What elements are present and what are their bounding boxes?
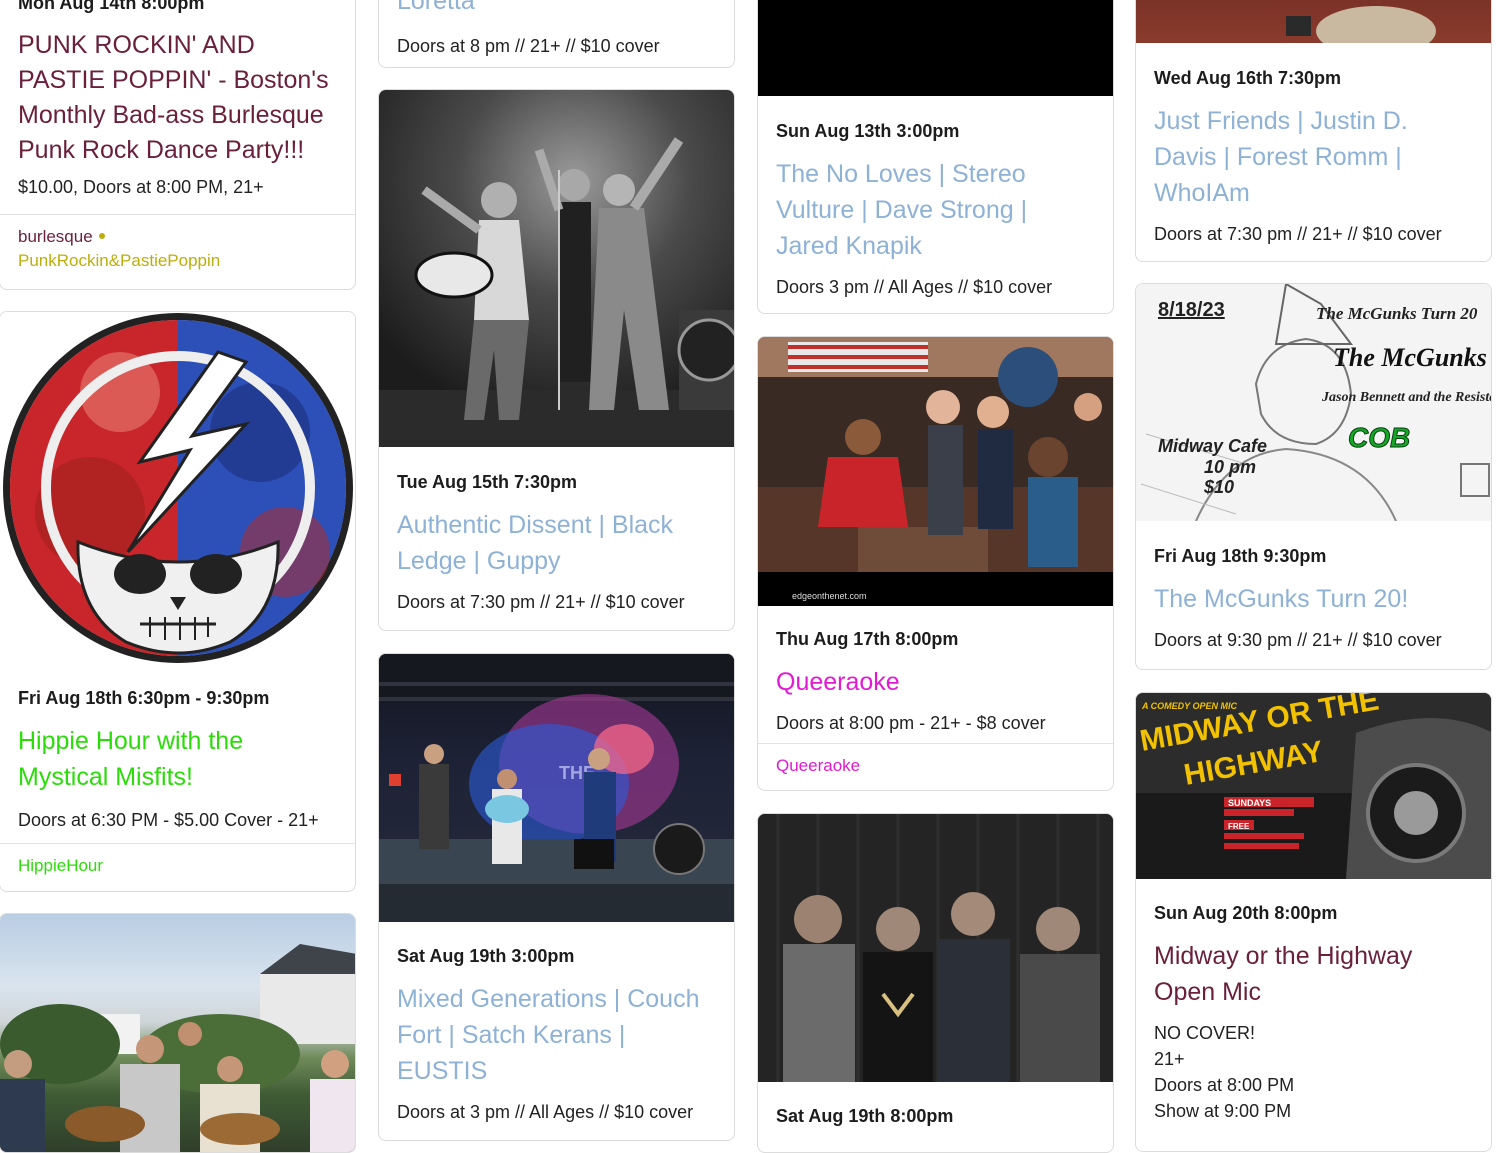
event-date: Sun Aug 13th 3:00pm — [776, 121, 960, 141]
event-card[interactable]: 8/18/23 The McGunks Turn 20 The McGunks … — [1135, 283, 1492, 670]
info-line: NO COVER! — [1154, 1023, 1256, 1043]
event-image[interactable]: THE — [379, 654, 734, 922]
event-title-link[interactable]: Midway or the Highway Open Mic — [1154, 938, 1444, 1010]
event-info: Doors at 8 pm // 21+ // $10 cover — [397, 36, 660, 56]
event-title-link[interactable]: Just Friends | Justin D. Davis | Forest … — [1154, 103, 1444, 211]
event-card[interactable]: THE Sat Aug 19th 3:00pm Mixed Generation… — [378, 653, 735, 1141]
event-image[interactable] — [758, 0, 1113, 96]
event-image[interactable] — [0, 312, 355, 667]
poster-free: FREE — [1228, 822, 1250, 831]
event-card[interactable]: Mon Aug 14th 8:00pm PUNK ROCKIN' AND PAS… — [0, 0, 356, 290]
event-date: Fri Aug 18th 9:30pm — [1154, 546, 1327, 566]
poster-venue: Midway Cafe — [1158, 436, 1267, 456]
event-info: Doors at 6:30 PM - $5.00 Cover - 21+ — [18, 810, 319, 830]
edge-caption: edgeonthenet.com — [792, 591, 867, 601]
event-info: NO COVER! 21+ Doors at 8:00 PM Show at 9… — [1154, 1020, 1473, 1124]
event-title-link[interactable]: Authentic Dissent | Black Ledge | Guppy — [397, 507, 697, 579]
event-info: Doors at 3 pm // All Ages // $10 cover — [397, 1102, 694, 1122]
band-photo — [1286, 6, 1436, 43]
event-info: Doors at 7:30 pm // 21+ // $10 cover — [397, 592, 685, 612]
event-title-link[interactable]: Hippie Hour with the Mystical Misfits! — [18, 723, 278, 795]
event-title-link[interactable]: Loretta — [397, 0, 716, 19]
poster-band1: The McGunks — [1333, 343, 1487, 372]
poster-price: $10 — [1203, 477, 1234, 497]
event-info: Doors at 7:30 pm // 21+ // $10 cover — [1154, 224, 1442, 244]
event-tags: Queeraoke — [758, 743, 1113, 790]
event-card[interactable]: A COMEDY OPEN MIC MIDWAY OR THE HIGHWAY … — [1135, 692, 1492, 1152]
event-image[interactable]: 8/18/23 The McGunks Turn 20 The McGunks … — [1136, 284, 1491, 521]
midway-poster: A COMEDY OPEN MIC MIDWAY OR THE HIGHWAY … — [1136, 693, 1491, 879]
poster-time: 10 pm — [1204, 457, 1256, 477]
mcgunks-poster: 8/18/23 The McGunks Turn 20 The McGunks … — [1136, 284, 1491, 521]
tag-link[interactable]: Queeraoke — [776, 756, 860, 775]
event-date: Sat Aug 19th 3:00pm — [397, 946, 575, 966]
tag-separator-dot — [98, 233, 105, 240]
event-date: Sat Aug 19th 8:00pm — [776, 1106, 954, 1126]
event-card[interactable]: Tue Aug 15th 7:30pm Authentic Dissent | … — [378, 89, 735, 631]
event-image[interactable] — [758, 814, 1113, 1082]
tag-link[interactable]: burlesque — [18, 227, 93, 246]
event-date: Sun Aug 20th 8:00pm — [1154, 903, 1338, 923]
event-card[interactable]: Sat Aug 19th 8:00pm — [757, 813, 1114, 1153]
event-card[interactable]: edge edgeonthenet.com Thu Aug 17th 8:00p… — [757, 336, 1114, 791]
event-tags: burlesque PunkRockin&PastiePoppin — [0, 214, 355, 289]
event-card[interactable]: Fri Aug 18th 6:30pm - 9:30pm Hippie Hour… — [0, 311, 356, 892]
event-card[interactable]: Loretta Doors at 8 pm // 21+ // $10 cove… — [378, 0, 735, 68]
event-title-link[interactable]: The No Loves | Stereo Vulture | Dave Str… — [776, 156, 1046, 264]
event-date: Thu Aug 17th 8:00pm — [776, 629, 959, 649]
event-info: $10.00, Doors at 8:00 PM, 21+ — [18, 177, 264, 197]
poster-days: SUNDAYS — [1228, 798, 1271, 808]
queeraoke-photo: edge edgeonthenet.com — [758, 337, 1113, 606]
event-title-link[interactable]: Queeraoke — [776, 664, 1095, 700]
event-info: Doors 3 pm // All Ages // $10 cover — [776, 277, 1053, 297]
poster-top-text: The McGunks Turn 20 — [1316, 304, 1478, 323]
tag-link[interactable]: HippieHour — [18, 856, 103, 875]
event-image[interactable]: A COMEDY OPEN MIC MIDWAY OR THE HIGHWAY … — [1136, 693, 1491, 879]
event-date: Tue Aug 15th 7:30pm — [397, 472, 578, 492]
steal-your-face-image — [3, 313, 353, 663]
event-info: Doors at 8:00 pm - 21+ - $8 cover — [776, 713, 1046, 733]
event-image[interactable] — [1136, 0, 1491, 43]
event-info: Doors at 9:30 pm // 21+ // $10 cover — [1154, 630, 1442, 650]
event-image[interactable] — [0, 914, 355, 1152]
band-photo — [0, 944, 355, 1152]
poster-band3: COB — [1348, 422, 1410, 453]
info-line: Doors at 8:00 PM — [1154, 1075, 1295, 1095]
event-date: Fri Aug 18th 6:30pm - 9:30pm — [18, 688, 270, 708]
info-line: 21+ — [1154, 1049, 1185, 1069]
event-image[interactable]: edge edgeonthenet.com — [758, 337, 1113, 606]
poster-date: 8/18/23 — [1158, 299, 1225, 321]
info-line: Show at 9:00 PM — [1154, 1101, 1292, 1121]
event-date: Mon Aug 14th 8:00pm — [18, 0, 205, 13]
tag-link[interactable]: PunkRockin&PastiePoppin — [18, 251, 220, 270]
event-date: Wed Aug 16th 7:30pm — [1154, 68, 1342, 88]
edge-logo: edge — [763, 605, 804, 606]
band-photo: THE — [379, 654, 734, 922]
event-card[interactable] — [0, 913, 356, 1153]
event-tags: HippieHour — [0, 843, 355, 891]
event-title-link[interactable]: The McGunks Turn 20! — [1154, 581, 1473, 617]
event-title-link[interactable]: Mixed Generations | Couch Fort | Satch K… — [397, 981, 717, 1089]
poster-band2: Jason Bennett and the Resistance — [1321, 390, 1491, 405]
event-title-link[interactable]: PUNK ROCKIN' AND PASTIE POPPIN' - Boston… — [18, 28, 338, 168]
event-card[interactable]: Sun Aug 13th 3:00pm The No Loves | Stere… — [757, 0, 1114, 314]
event-image[interactable] — [379, 90, 734, 447]
band-photo — [758, 814, 1113, 1082]
band-photo — [379, 137, 734, 447]
event-card[interactable]: Wed Aug 16th 7:30pm Just Friends | Justi… — [1135, 0, 1492, 262]
